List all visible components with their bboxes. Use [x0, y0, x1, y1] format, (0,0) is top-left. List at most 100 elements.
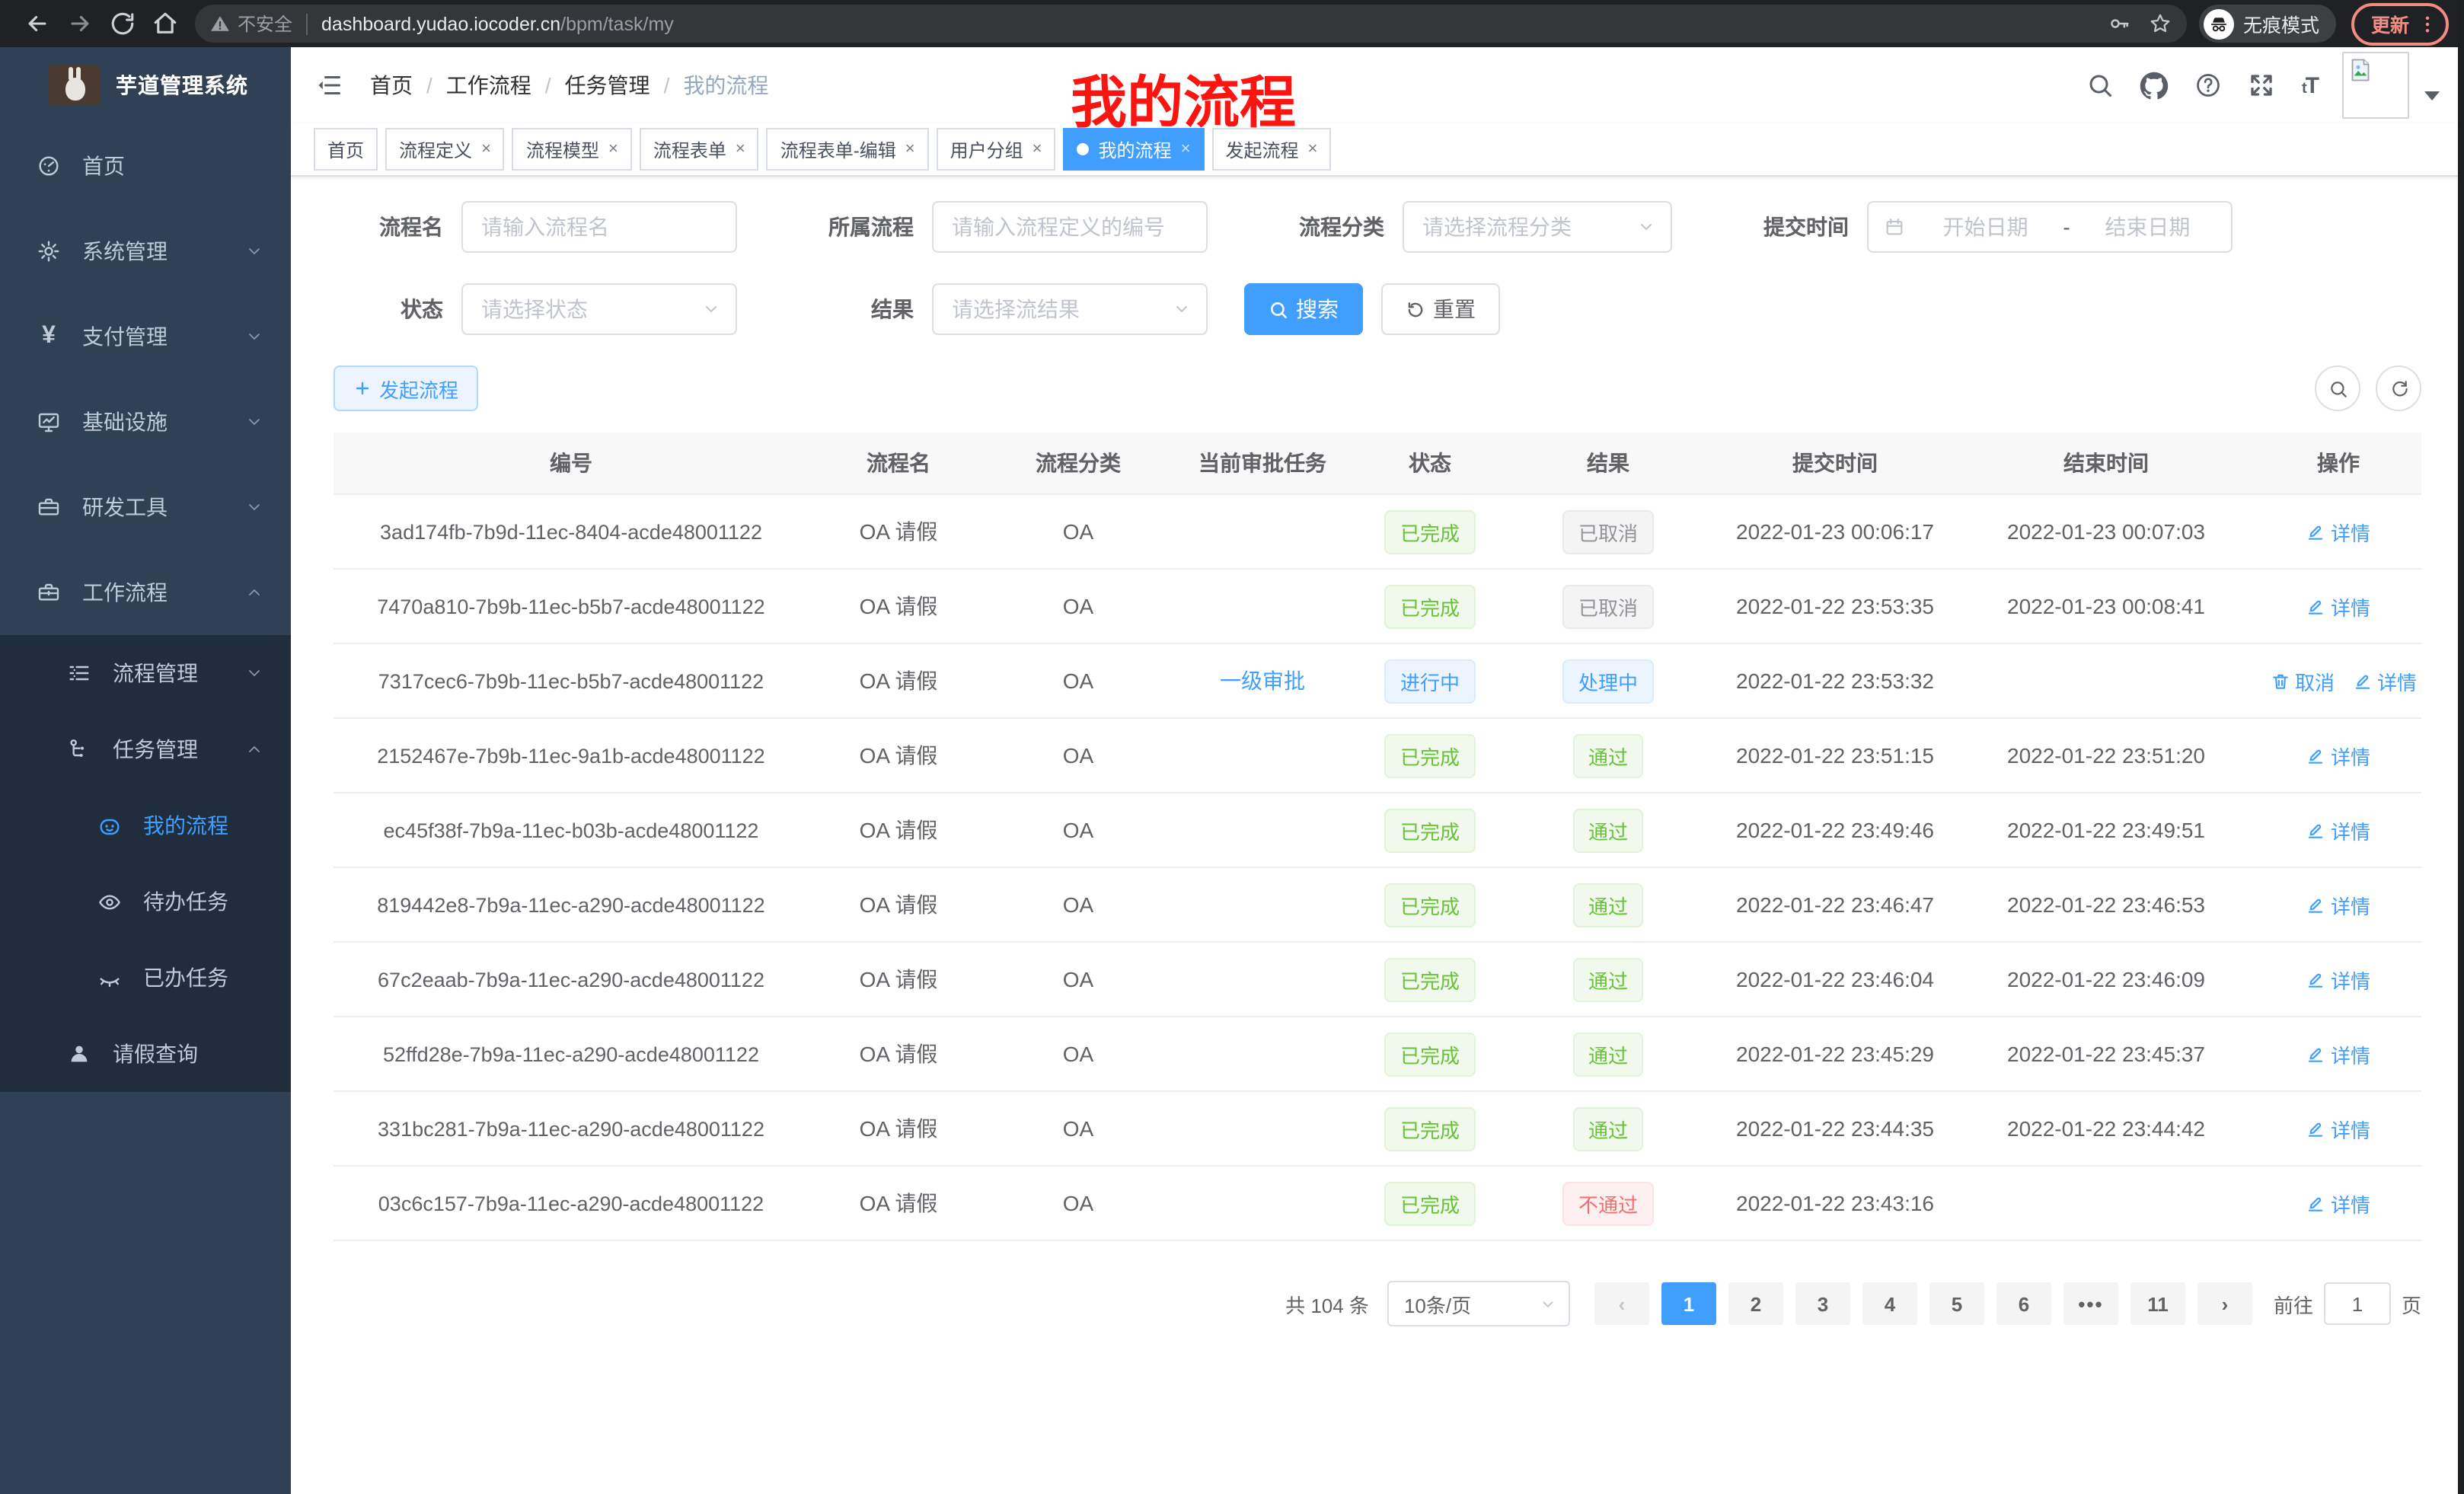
browser-menu-dots-icon[interactable] — [2417, 13, 2438, 34]
more-pages-button[interactable]: ••• — [2063, 1282, 2118, 1325]
breadcrumb-item[interactable]: 首页 — [370, 70, 413, 101]
close-tab-icon[interactable]: × — [608, 141, 618, 158]
fullscreen-icon[interactable] — [2249, 72, 2276, 99]
breadcrumb-item[interactable]: 工作流程 — [446, 70, 531, 101]
browser-toolbar: 不安全 dashboard.yudao.iocoder.cn /bpm/task… — [0, 0, 2464, 47]
home-icon[interactable] — [146, 5, 183, 42]
sidebar-item-流程管理[interactable]: 流程管理 — [0, 635, 291, 711]
name-input[interactable] — [463, 215, 736, 239]
forward-icon[interactable] — [61, 5, 97, 42]
tab-label: 发起流程 — [1225, 136, 1298, 162]
prev-page-button[interactable]: ‹ — [1594, 1282, 1649, 1325]
sidebar-item-已办任务[interactable]: 已办任务 — [0, 940, 291, 1016]
tab-流程表单[interactable]: 流程表单× — [640, 128, 759, 171]
page-button-6[interactable]: 6 — [1996, 1282, 2051, 1325]
tab-我的流程[interactable]: 我的流程× — [1064, 128, 1205, 171]
sidebar-logo-row[interactable]: 芋道管理系统 — [0, 47, 291, 123]
back-icon[interactable] — [18, 5, 55, 42]
current-task-link[interactable]: 一级审批 — [1220, 669, 1305, 693]
status-select[interactable]: 请选择状态 — [461, 283, 737, 335]
详情-action-link[interactable]: 详情 — [2306, 1114, 2370, 1143]
sidebar-item-支付管理[interactable]: ¥支付管理 — [0, 294, 291, 379]
tree-icon — [67, 737, 91, 761]
address-bar[interactable]: 不安全 dashboard.yudao.iocoder.cn /bpm/task… — [195, 5, 2187, 43]
breadcrumb-item[interactable]: 任务管理 — [565, 70, 650, 101]
status-badge: 已完成 — [1385, 957, 1475, 1001]
详情-action-link[interactable]: 详情 — [2306, 816, 2370, 844]
result-badge: 已取消 — [1563, 509, 1653, 554]
sidebar-item-请假查询[interactable]: 请假查询 — [0, 1016, 291, 1092]
user-avatar[interactable] — [2342, 52, 2409, 119]
cell-current-task — [1168, 1091, 1357, 1166]
close-tab-icon[interactable]: × — [1307, 141, 1317, 158]
jump-page-input[interactable] — [2324, 1282, 2391, 1325]
next-page-button[interactable]: › — [2197, 1282, 2252, 1325]
search-icon[interactable] — [2087, 72, 2115, 99]
page-jump: 前往 页 — [2274, 1282, 2421, 1325]
close-tab-icon[interactable]: × — [736, 141, 745, 158]
page-button-3[interactable]: 3 — [1795, 1282, 1850, 1325]
page-size-select[interactable]: 10条/页 — [1387, 1281, 1570, 1326]
cell-process-id: 03c6c157-7b9a-11ec-a290-acde48001122 — [334, 1166, 809, 1240]
sidebar-item-研发工具[interactable]: 研发工具 — [0, 464, 291, 550]
tab-首页[interactable]: 首页 — [314, 128, 378, 171]
page-button-1[interactable]: 1 — [1661, 1282, 1716, 1325]
详情-action-link[interactable]: 详情 — [2306, 965, 2370, 994]
sidebar-item-工作流程[interactable]: 工作流程 — [0, 550, 291, 635]
search-button[interactable]: 搜索 — [1244, 283, 1363, 335]
submit-time-range[interactable]: 开始日期 - 结束日期 — [1867, 201, 2233, 253]
reload-icon[interactable] — [104, 5, 140, 42]
show-search-button[interactable] — [2315, 366, 2360, 411]
详情-action-link[interactable]: 详情 — [2306, 517, 2370, 546]
close-tab-icon[interactable]: × — [481, 141, 491, 158]
close-tab-icon[interactable]: × — [1181, 141, 1191, 158]
close-tab-icon[interactable]: × — [905, 141, 915, 158]
cell-actions: 详情 — [2255, 793, 2421, 867]
tab-流程模型[interactable]: 流程模型× — [512, 128, 632, 171]
page-button-5[interactable]: 5 — [1929, 1282, 1984, 1325]
close-tab-icon[interactable]: × — [1033, 141, 1042, 158]
result-select[interactable]: 请选择流结果 — [932, 283, 1208, 335]
window-scrollbar[interactable] — [2458, 0, 2464, 1494]
tab-流程定义[interactable]: 流程定义× — [385, 128, 505, 171]
取消-action-link[interactable]: 取消 — [2271, 666, 2335, 695]
sidebar-item-基础设施[interactable]: 基础设施 — [0, 379, 291, 464]
详情-action-link[interactable]: 详情 — [2306, 741, 2370, 770]
sidebar-item-首页[interactable]: 首页 — [0, 123, 291, 209]
create-process-button[interactable]: 发起流程 — [334, 366, 478, 411]
font-size-icon[interactable]: tT — [2302, 72, 2318, 98]
bookmark-star-icon[interactable] — [2149, 12, 2172, 35]
collapse-sidebar-icon[interactable] — [315, 72, 343, 99]
tab-发起流程[interactable]: 发起流程 × — [1211, 128, 1331, 171]
tab-流程表单-编辑[interactable]: 流程表单-编辑× — [767, 128, 929, 171]
详情-action-link[interactable]: 详情 — [2306, 1039, 2370, 1068]
avatar-dropdown-caret-icon[interactable] — [2424, 91, 2440, 101]
chrome-update-button[interactable]: 更新 — [2351, 2, 2449, 45]
reset-button[interactable]: 重置 — [1381, 283, 1500, 335]
sidebar-item-任务管理[interactable]: 任务管理 — [0, 711, 291, 787]
详情-action-link[interactable]: 详情 — [2306, 592, 2370, 621]
cell-submit-time: 2022-01-22 23:51:15 — [1713, 718, 1957, 793]
definition-input[interactable] — [934, 215, 1206, 239]
github-icon[interactable] — [2140, 71, 2169, 100]
page-button-4[interactable]: 4 — [1862, 1282, 1917, 1325]
help-icon[interactable] — [2195, 72, 2223, 99]
page-button-11[interactable]: 11 — [2130, 1282, 2185, 1325]
cell-process-name: OA 请假 — [809, 718, 988, 793]
cell-process-name: OA 请假 — [809, 1091, 988, 1166]
详情-action-link[interactable]: 详情 — [2306, 890, 2370, 919]
sidebar-item-待办任务[interactable]: 待办任务 — [0, 864, 291, 940]
详情-action-link[interactable]: 详情 — [2353, 666, 2417, 695]
sidebar-item-系统管理[interactable]: 系统管理 — [0, 209, 291, 294]
page-button-2[interactable]: 2 — [1728, 1282, 1783, 1325]
refresh-table-button[interactable] — [2376, 366, 2421, 411]
详情-action-link[interactable]: 详情 — [2306, 1189, 2370, 1218]
cell-status: 已完成 — [1357, 718, 1503, 793]
tab-用户分组[interactable]: 用户分组× — [937, 128, 1056, 171]
action-label: 详情 — [2377, 666, 2417, 695]
password-key-icon[interactable] — [2108, 12, 2130, 35]
cell-process-id: 7317cec6-7b9b-11ec-b5b7-acde48001122 — [334, 643, 809, 718]
sidebar-item-我的流程[interactable]: 我的流程 — [0, 787, 291, 864]
cell-status: 已完成 — [1357, 1091, 1503, 1166]
category-select[interactable]: 请选择流程分类 — [1403, 201, 1672, 253]
